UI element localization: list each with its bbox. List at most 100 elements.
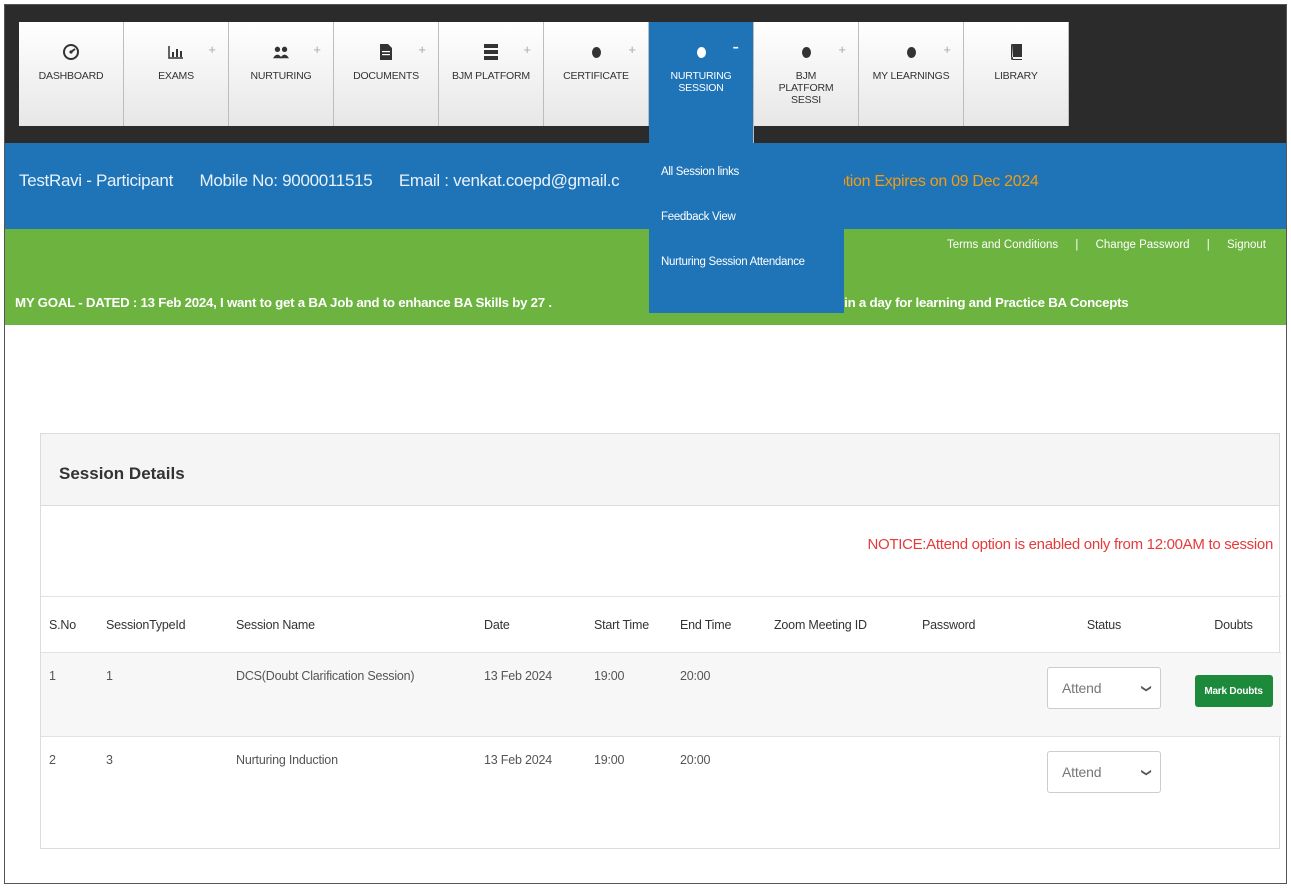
tab-label: LIBRARY (994, 70, 1038, 82)
change-password-link[interactable]: Change Password (1096, 239, 1190, 251)
tab-label: NURTURING (250, 70, 312, 82)
cell-password (914, 652, 1022, 737)
tab-label: NURTURING SESSION (670, 70, 732, 94)
menu-item-all-session-links[interactable]: All Session links (649, 149, 844, 194)
cell-session-type-id: 3 (98, 736, 228, 821)
tab-plus-indicator: + (838, 42, 846, 57)
chevron-down-icon: ❯ (1140, 683, 1152, 693)
table-row: 1 1 DCS(Doubt Clarification Session) 13 … (41, 652, 1281, 737)
column-header: Doubts (1186, 596, 1281, 653)
chart-icon (168, 44, 184, 60)
book-icon (1008, 44, 1024, 60)
tab-label: DOCUMENTS (353, 70, 419, 82)
tab-library[interactable]: LIBRARY (964, 22, 1069, 126)
dot-icon (693, 44, 709, 60)
column-header: Zoom Meeting ID (766, 596, 914, 653)
column-header: SessionTypeId (98, 596, 228, 653)
status-select[interactable]: Attend ❯ (1047, 751, 1161, 793)
dashboard-icon (63, 44, 79, 60)
chevron-down-icon: ❯ (1140, 767, 1152, 777)
tab-label: DASHBOARD (38, 70, 104, 82)
mark-doubts-button[interactable]: Mark Doubts (1194, 675, 1273, 707)
goal-text-start: MY GOAL - DATED : 13 Feb 2024, I want to… (15, 295, 552, 310)
status-select-value: Attend (1062, 764, 1102, 780)
tab-plus-indicator: + (943, 42, 951, 57)
tab-bjm-platform-session[interactable]: + BJM PLATFORM SESSI (754, 22, 859, 126)
tab-label: CERTIFICATE (563, 70, 629, 82)
tab-plus-indicator: + (313, 42, 321, 57)
subscription-expiry: ption Expires on 09 Dec 2024 (837, 173, 1039, 190)
document-icon (378, 44, 394, 60)
tab-nurturing-session[interactable]: - NURTURING SESSION (649, 22, 754, 152)
nurturing-session-dropdown: All Session links Feedback View Nurturin… (649, 149, 844, 313)
tab-documents[interactable]: + DOCUMENTS (334, 22, 439, 126)
tab-my-learnings[interactable]: + MY LEARNINGS (859, 22, 964, 126)
mobile-number: Mobile No: 9000011515 (199, 171, 373, 190)
email-address: Email : venkat.coepd@gmail.c (398, 171, 620, 190)
tab-plus-indicator: + (418, 42, 426, 57)
cell-end-time: 20:00 (672, 736, 766, 821)
cell-doubts: Mark Doubts (1186, 652, 1281, 737)
cell-session-name: Nurturing Induction (228, 736, 476, 821)
column-header: S.No (41, 596, 98, 653)
tab-label: MY LEARNINGS (872, 70, 950, 82)
cell-sno: 2 (41, 736, 98, 821)
app-frame: DASHBOARD + EXAMS + NURTURING + DOCUMENT… (4, 4, 1287, 884)
column-header: Start Time (586, 596, 672, 653)
column-header: End Time (672, 596, 766, 653)
column-header: Password (914, 596, 1022, 653)
cell-sno: 1 (41, 652, 98, 737)
cell-date: 13 Feb 2024 (476, 652, 586, 737)
tab-minus-indicator: - (732, 36, 739, 58)
column-header: Session Name (228, 596, 476, 653)
cell-date: 13 Feb 2024 (476, 736, 586, 821)
tab-certificate[interactable]: + CERTIFICATE (544, 22, 649, 126)
cell-zoom-id (766, 736, 914, 821)
link-separator: | (1075, 239, 1079, 251)
column-header: Date (476, 596, 586, 653)
tab-nurturing[interactable]: + NURTURING (229, 22, 334, 126)
signout-link[interactable]: Signout (1227, 239, 1266, 251)
tab-exams[interactable]: + EXAMS (124, 22, 229, 126)
dot-icon (903, 44, 919, 60)
panel-title: Session Details (41, 434, 1279, 506)
link-separator: | (1206, 239, 1210, 251)
session-details-panel: Session Details NOTICE:Attend option is … (40, 433, 1281, 849)
attend-notice: NOTICE:Attend option is enabled only fro… (867, 536, 1273, 553)
tab-dashboard[interactable]: DASHBOARD (19, 22, 124, 126)
menu-item-feedback-view[interactable]: Feedback View (649, 194, 844, 239)
table-header-row: S.No SessionTypeId Session Name Date Sta… (41, 596, 1281, 653)
tab-plus-indicator: + (523, 42, 531, 57)
cell-session-name: DCS(Doubt Clarification Session) (228, 652, 476, 737)
column-header: Status (1022, 596, 1186, 653)
cell-status: Attend ❯ (1022, 652, 1186, 737)
cell-status: Attend ❯ (1022, 736, 1186, 821)
cell-password (914, 736, 1022, 821)
cell-session-type-id: 1 (98, 652, 228, 737)
status-select[interactable]: Attend ❯ (1047, 667, 1161, 709)
cell-doubts (1186, 736, 1281, 821)
status-select-value: Attend (1062, 680, 1102, 696)
tab-plus-indicator: + (208, 42, 216, 57)
user-info-bar: TestRavi - Participant Mobile No: 900001… (5, 143, 1286, 229)
menu-item-session-attendance[interactable]: Nurturing Session Attendance (649, 239, 844, 284)
terms-link[interactable]: Terms and Conditions (947, 239, 1058, 251)
server-icon (483, 44, 499, 60)
top-nav: DASHBOARD + EXAMS + NURTURING + DOCUMENT… (5, 5, 1286, 152)
tab-label: BJM PLATFORM (452, 70, 530, 82)
tab-label: EXAMS (158, 70, 194, 82)
account-links: Terms and Conditions | Change Password |… (947, 239, 1266, 251)
tab-bjm-platform[interactable]: + BJM PLATFORM (439, 22, 544, 126)
cell-start-time: 19:00 (586, 736, 672, 821)
tab-label: BJM PLATFORM SESSI (778, 70, 834, 106)
dot-icon (798, 44, 814, 60)
table-row: 2 3 Nurturing Induction 13 Feb 2024 19:0… (41, 736, 1281, 821)
sessions-table: S.No SessionTypeId Session Name Date Sta… (41, 596, 1281, 821)
user-info: TestRavi - Participant Mobile No: 900001… (19, 171, 641, 191)
nav-tabs: DASHBOARD + EXAMS + NURTURING + DOCUMENT… (19, 22, 1069, 152)
goal-text: MY GOAL - DATED : 13 Feb 2024, I want to… (15, 295, 1129, 310)
goal-bar: Terms and Conditions | Change Password |… (5, 229, 1286, 325)
tab-plus-indicator: + (628, 42, 636, 57)
cell-start-time: 19:00 (586, 652, 672, 737)
users-icon (273, 44, 289, 60)
